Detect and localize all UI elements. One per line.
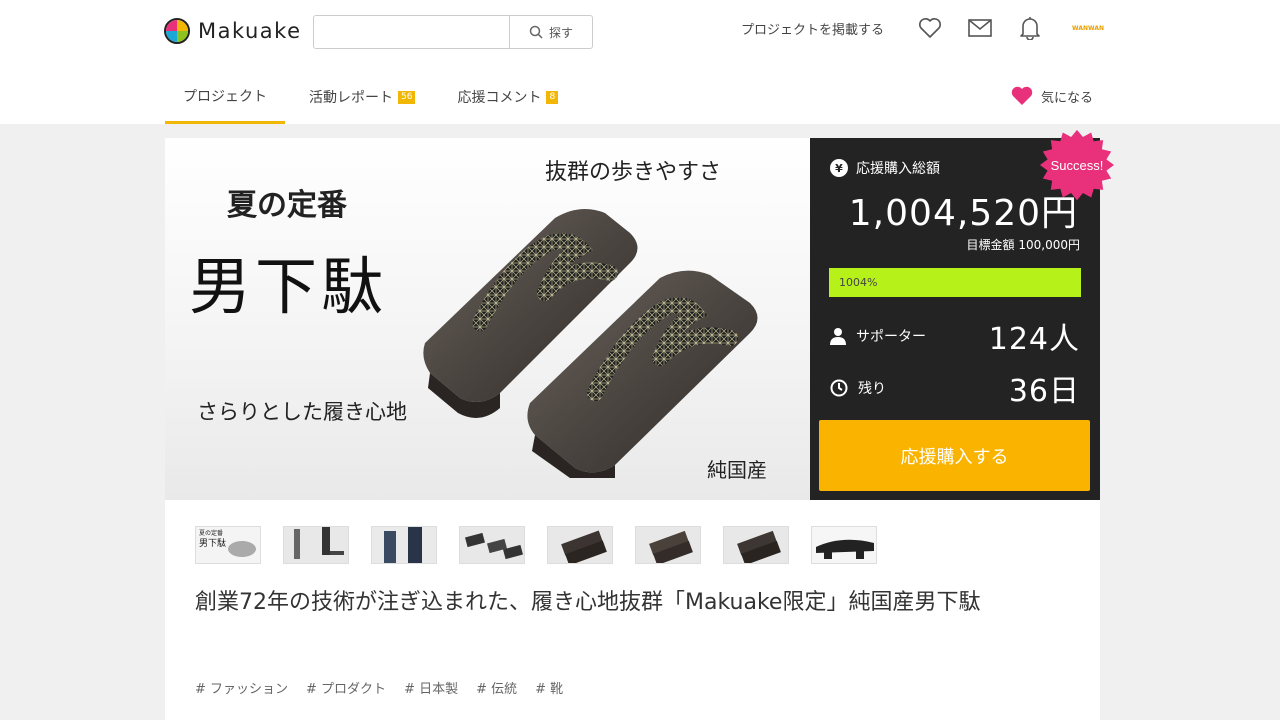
hero-subtitle: 夏の定番 xyxy=(227,188,347,223)
tab-activity-report[interactable]: 活動レポート 56 xyxy=(291,70,433,124)
supporters-count: 124人 xyxy=(988,322,1080,357)
progress-bar: 1004% xyxy=(829,268,1081,297)
thumbnail-1[interactable]: 夏の定番 男下駄 xyxy=(195,526,261,564)
tag[interactable]: # ファッション xyxy=(195,678,288,697)
count-badge: 56 xyxy=(398,90,416,104)
tag[interactable]: # プロダクト xyxy=(306,678,386,697)
favorite-label: 気になる xyxy=(1040,90,1093,106)
search-button-label: 探す xyxy=(548,25,573,40)
remaining-row: 残り 36日 xyxy=(830,366,1080,410)
tab-project[interactable]: プロジェクト xyxy=(165,70,285,124)
bell-icon xyxy=(1020,17,1040,40)
makuake-logo[interactable]: Makuake xyxy=(164,18,302,44)
tab-label: 応援コメント xyxy=(457,90,542,106)
site-header: Makuake 探す プロジェクトを掲載する WANWAN プロジェクト 活動レ… xyxy=(0,0,1280,124)
thumbnail-5[interactable] xyxy=(547,526,613,564)
favorite-button[interactable]: 気になる xyxy=(1011,86,1093,106)
tab-support-comments[interactable]: 応援コメント 8 xyxy=(439,70,576,124)
logo-mark-icon xyxy=(164,18,190,44)
person-icon xyxy=(830,328,846,345)
thumbnail-7[interactable] xyxy=(723,526,789,564)
amount-label: 応援購入総額 xyxy=(856,161,940,177)
thumbnail-strip: 夏の定番 男下駄 xyxy=(195,526,877,564)
geta-sandals-illustration xyxy=(423,209,758,478)
project-title: 創業72年の技術が注ぎ込まれた、履き心地抜群「Makuake限定」純国産男下駄 xyxy=(195,590,981,615)
heart-filled-icon xyxy=(1011,86,1033,105)
logo-text: Makuake xyxy=(198,19,302,43)
count-badge: 8 xyxy=(546,90,559,104)
search-button[interactable]: 探す xyxy=(509,16,592,48)
clock-icon xyxy=(830,379,848,397)
search-bar: 探す xyxy=(313,15,593,49)
search-input[interactable] xyxy=(314,16,509,48)
favorites-button[interactable] xyxy=(918,16,942,40)
support-purchase-label: 応援購入する xyxy=(900,446,1009,468)
user-avatar[interactable]: WANWAN xyxy=(1072,25,1104,32)
tab-label: 活動レポート xyxy=(309,90,393,106)
tag[interactable]: # 靴 xyxy=(535,678,563,697)
tab-label: プロジェクト xyxy=(183,88,267,105)
progress-fill: 1004% xyxy=(829,268,1081,297)
header-nav: プロジェクトを掲載する WANWAN xyxy=(741,16,1104,40)
remaining-label: 残り xyxy=(858,381,886,397)
mail-icon xyxy=(968,19,992,37)
progress-text: 1004% xyxy=(839,276,878,289)
project-main-image[interactable]: 夏の定番 男下駄 抜群の歩きやすさ さらりとした履き心地 純国産 xyxy=(165,138,810,500)
search-icon xyxy=(529,25,543,39)
tag[interactable]: # 日本製 xyxy=(404,678,458,697)
notifications-button[interactable] xyxy=(1018,16,1042,40)
supporters-label: サポーター xyxy=(856,329,926,345)
thumbnail-4[interactable] xyxy=(459,526,525,564)
remaining-days: 36日 xyxy=(1008,374,1080,409)
success-badge: Success! xyxy=(1040,129,1114,201)
thumbnail-8[interactable] xyxy=(811,526,877,564)
messages-button[interactable] xyxy=(968,16,992,40)
post-project-link[interactable]: プロジェクトを掲載する xyxy=(741,19,884,38)
thumbnail-3[interactable] xyxy=(371,526,437,564)
thumbnail-2[interactable] xyxy=(283,526,349,564)
hero-caption-comfort: さらりとした履き心地 xyxy=(197,400,407,424)
thumbnail-6[interactable] xyxy=(635,526,701,564)
hero-caption-walkability: 抜群の歩きやすさ xyxy=(545,160,722,185)
success-badge-text: Success! xyxy=(1051,158,1104,173)
amount-label-row: ¥ 応援購入総額 xyxy=(830,158,940,178)
project-info: 夏の定番 男下駄 創業72年の技術が注ぎ込まれた、履き心地抜群「Makuake限定… xyxy=(165,500,1100,720)
project-tabs: プロジェクト 活動レポート 56 応援コメント 8 xyxy=(165,70,582,124)
hero-title: 男下駄 xyxy=(189,250,388,323)
yen-icon: ¥ xyxy=(830,159,848,177)
tag[interactable]: # 伝統 xyxy=(476,678,517,697)
heart-outline-icon xyxy=(918,18,941,38)
support-purchase-button[interactable]: 応援購入する xyxy=(819,420,1090,491)
goal-amount: 目標金額 100,000円 xyxy=(966,238,1080,252)
supporters-row: サポーター 124人 xyxy=(830,314,1080,358)
tag-list: # ファッション # プロダクト # 日本製 # 伝統 # 靴 xyxy=(195,678,563,697)
